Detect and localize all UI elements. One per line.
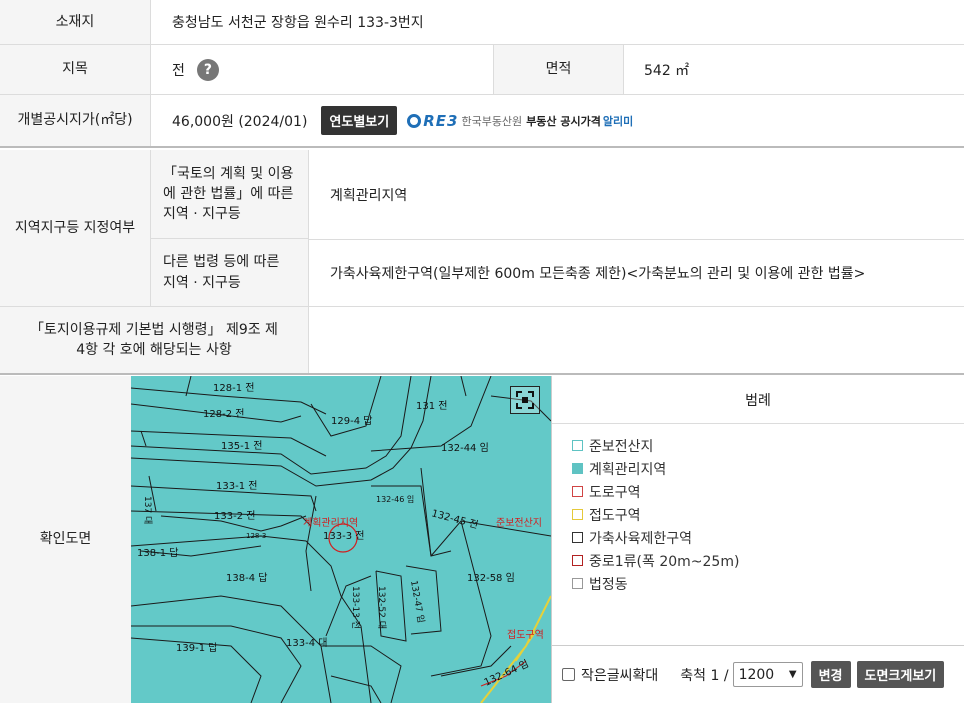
area-value: 542 ㎡ — [644, 62, 690, 79]
scale-label: 축척 1 / — [680, 667, 729, 684]
decree-label: 「토지이용규제 기본법 시행령」 제9조 제4항 각 호에 해당되는 사항 — [0, 307, 309, 373]
reb-logo: RE3 — [423, 111, 459, 130]
legend-label: 접도구역 — [589, 507, 641, 524]
legend-label: 가축사육제한구역 — [589, 530, 693, 547]
legend-swatch — [572, 440, 583, 451]
legend-label: 중로1류(폭 20m~25m) — [589, 553, 740, 570]
land-category-cell: 전 ? — [172, 45, 219, 94]
legend-swatch — [572, 509, 583, 520]
reb-service-suffix: 알리미 — [602, 114, 634, 128]
scale-select[interactable]: 1200 ▼ — [732, 662, 803, 687]
zoning-row: 지역지구등 지정여부 「국토의 계획 및 이용에 관한 법률」에 따른 지역 ·… — [0, 150, 964, 307]
parcel-label: 129-4 답 — [331, 415, 372, 427]
price-value: 46,000원 (2024/01) — [172, 113, 308, 130]
legend-item: 법정동 — [572, 572, 964, 595]
land-row: 지목 전 ? 면적 542 ㎡ — [0, 45, 964, 95]
land-category-label: 지목 — [0, 45, 151, 94]
yearly-view-button[interactable]: 연도별보기 — [321, 106, 398, 135]
legend-swatch — [572, 578, 583, 589]
map-section-label: 확인도면 — [0, 376, 131, 703]
chevron-down-icon: ▼ — [788, 669, 797, 680]
parcel-label: 128-2 전 — [203, 408, 244, 420]
price-row: 개별공시지가(㎡당) 46,000원 (2024/01) 연도별보기 RE3 한… — [0, 95, 964, 148]
parcel-label: 132-58 임 — [467, 571, 515, 584]
price-cell: 46,000원 (2024/01) 연도별보기 RE3 한국부동산원 부동산 공… — [172, 95, 633, 146]
large-map-button[interactable]: 도면크게보기 — [856, 661, 945, 688]
legend-swatch — [572, 463, 583, 474]
help-icon[interactable]: ? — [196, 58, 219, 81]
reb-link[interactable]: RE3 한국부동산원 부동산 공시가격 알리미 — [407, 112, 633, 130]
parcel-label: 128-1 전 — [213, 382, 254, 394]
parcel-label: 132-46 임 — [376, 495, 414, 504]
reb-org: 한국부동산원 — [461, 114, 523, 128]
decree-row: 「토지이용규제 기본법 시행령」 제9조 제4항 각 호에 해당되는 사항 — [0, 307, 964, 375]
parcel-label: 133-4 대 — [286, 637, 327, 649]
legend-title: 범례 — [552, 376, 964, 424]
zoning-sub2-value: 가축사육제한구역(일부제한 600m 모든축종 제한)<가축분뇨의 관리 및 이… — [330, 265, 866, 282]
legend-item: 계획관리지역 — [572, 457, 964, 480]
location-value: 충청남도 서천군 장항읍 원수리 133-3번지 — [172, 15, 424, 31]
parcel-label: 132-52 대 — [376, 586, 387, 629]
parcel-label: 133-1 전 — [216, 480, 257, 492]
legend-swatch — [572, 486, 583, 497]
small-text-label: 작은글씨확대 — [581, 667, 659, 684]
reb-service-name: 부동산 공시가격 — [526, 114, 601, 128]
zone-label: 계획관리지역 — [303, 517, 358, 529]
fullscreen-icon[interactable] — [510, 386, 540, 414]
price-label: 개별공시지가(㎡당) — [0, 95, 151, 146]
parcel-label: 128-3 — [246, 532, 266, 540]
legend-swatch — [572, 555, 583, 566]
parcel-label: 135-1 전 — [221, 440, 262, 452]
legend-label: 준보전산지 — [589, 438, 654, 455]
change-scale-button[interactable]: 변경 — [810, 661, 851, 688]
decree-text: 「토지이용규제 기본법 시행령」 제9조 제4항 각 호에 해당되는 사항 — [30, 321, 278, 358]
area-label: 면적 — [493, 45, 624, 94]
zone-label: 접도구역 — [507, 629, 544, 641]
zoning-sub2-label: 다른 법령 등에 따른 지역 · 지구등 — [151, 239, 309, 306]
parcel-label: 133-3 전 — [323, 530, 364, 542]
parcel-label: 131 전 — [416, 400, 447, 412]
land-map[interactable]: 128-1 전 128-2 전 129-4 답 131 전 135-1 전 13… — [131, 376, 551, 703]
parcel-label: 133-2 전 — [214, 510, 255, 522]
location-label: 소재지 — [0, 0, 151, 44]
parcel-label: 138-4 답 — [226, 572, 267, 584]
parcel-label: 132-44 임 — [441, 441, 489, 454]
legend-swatch — [572, 532, 583, 543]
parcel-label: 139-1 답 — [176, 642, 217, 654]
zoning-sub1-value: 계획관리지역 — [330, 187, 408, 204]
scale-value: 1200 — [738, 666, 775, 683]
map-toolbar: 작은글씨확대 축척 1 / 1200 ▼ 변경 도면크게보기 — [552, 645, 964, 703]
small-text-checkbox[interactable] — [562, 668, 575, 681]
legend-item: 중로1류(폭 20m~25m) — [572, 549, 964, 572]
legend-label: 법정동 — [589, 576, 628, 593]
land-category-value: 전 — [172, 62, 185, 79]
map-canvas: 128-1 전 128-2 전 129-4 답 131 전 135-1 전 13… — [131, 376, 551, 703]
legend-list: 준보전산지계획관리지역도로구역접도구역가축사육제한구역중로1류(폭 20m~25… — [552, 424, 964, 595]
location-row: 소재지 충청남도 서천군 장항읍 원수리 133-3번지 — [0, 0, 964, 45]
legend-label: 계획관리지역 — [589, 461, 667, 478]
parcel-label: 137 대 — [142, 496, 153, 524]
legend-item: 가축사육제한구역 — [572, 526, 964, 549]
legend-label: 도로구역 — [589, 484, 641, 501]
zoning-sub1-text: 「국토의 계획 및 이용에 관한 법률」에 따른 지역 · 지구등 — [163, 165, 294, 223]
zoning-label: 지역지구등 지정여부 — [0, 150, 151, 306]
zoning-sub2-text: 다른 법령 등에 따른 지역 · 지구등 — [163, 254, 280, 291]
zoning-sub1-label: 「국토의 계획 및 이용에 관한 법률」에 따른 지역 · 지구등 — [151, 150, 309, 239]
reb-logo-icon — [407, 113, 422, 128]
zone-label: 준보전산지 — [496, 517, 542, 529]
parcel-label: 133-13 전 — [350, 586, 361, 629]
parcel-label: 138-1 답 — [137, 547, 178, 559]
legend-item: 도로구역 — [572, 480, 964, 503]
legend-item: 준보전산지 — [572, 434, 964, 457]
legend-item: 접도구역 — [572, 503, 964, 526]
